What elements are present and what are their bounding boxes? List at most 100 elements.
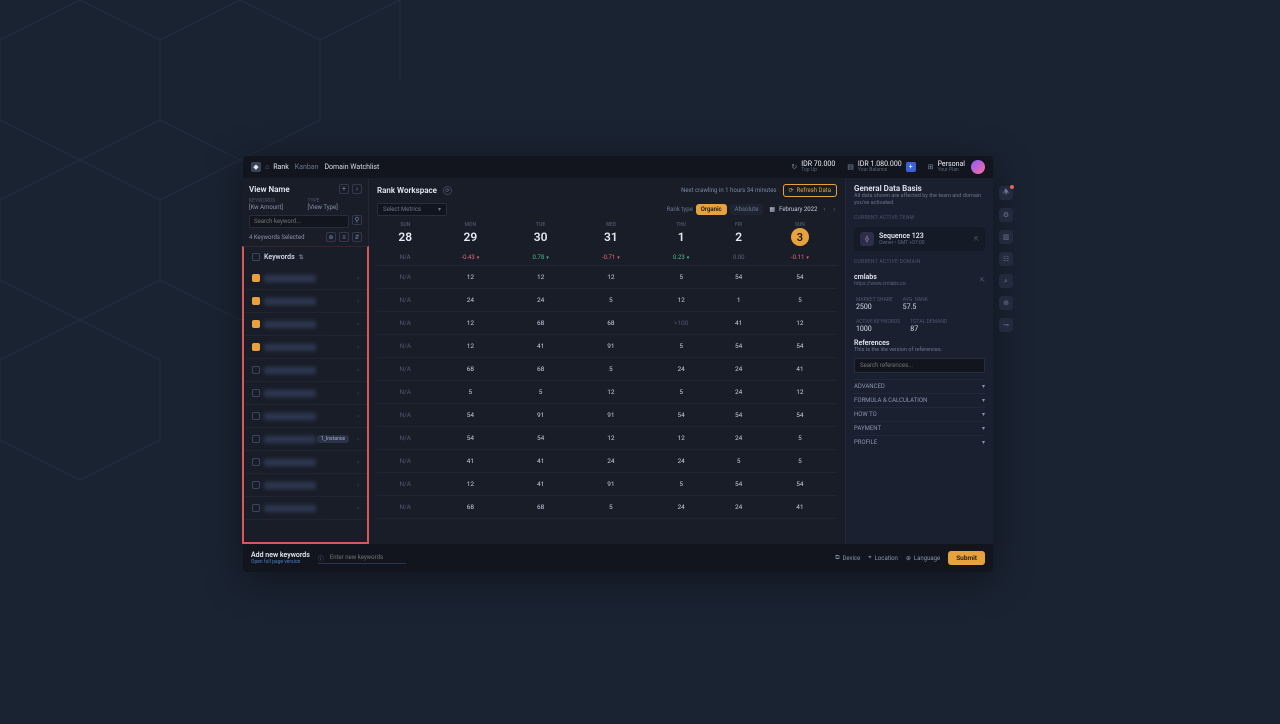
- location-option[interactable]: ⌖Location: [868, 554, 898, 562]
- data-row[interactable]: N/A12419155454: [377, 335, 837, 358]
- accordion-item[interactable]: PAYMENT▾: [854, 421, 985, 435]
- keyword-row[interactable]: ›: [244, 290, 367, 313]
- data-row[interactable]: N/A68685242441: [377, 358, 837, 381]
- add-balance-button[interactable]: +: [906, 162, 916, 172]
- day-number[interactable]: 28: [377, 228, 434, 250]
- ranktype-absolute[interactable]: Absolute: [730, 204, 764, 215]
- day-number[interactable]: 31: [574, 228, 648, 250]
- new-keywords-input[interactable]: [318, 552, 406, 564]
- view-more-button[interactable]: ›: [352, 184, 362, 194]
- day-number[interactable]: 2: [715, 228, 763, 250]
- data-row[interactable]: N/A4141242455: [377, 450, 837, 473]
- keyword-checkbox[interactable]: [252, 412, 260, 420]
- rail-dashboard-icon[interactable]: ▥: [999, 230, 1013, 244]
- keyword-row[interactable]: ›: [244, 267, 367, 290]
- chevron-right-icon: ›: [357, 390, 359, 397]
- keyword-row[interactable]: ›: [244, 474, 367, 497]
- rank-cell: 24: [648, 358, 715, 381]
- day-number[interactable]: 29: [434, 228, 508, 250]
- day-number[interactable]: 1: [648, 228, 715, 250]
- keyword-row[interactable]: 1_Instance›: [244, 428, 367, 451]
- rail-search-icon[interactable]: ⌕: [999, 274, 1013, 288]
- team-open-icon[interactable]: ⇱: [974, 236, 979, 243]
- language-option[interactable]: ⊕Language: [906, 555, 940, 562]
- accordion-item[interactable]: HOW TO▾: [854, 407, 985, 421]
- rail-globe-icon[interactable]: ⊕: [999, 296, 1013, 310]
- avatar[interactable]: [971, 160, 985, 174]
- submit-button[interactable]: Submit: [948, 551, 985, 565]
- rank-cell: 68: [434, 496, 508, 519]
- keyword-checkbox[interactable]: [252, 366, 260, 374]
- rank-cell: 12: [434, 312, 508, 335]
- keyword-checkbox[interactable]: [252, 481, 260, 489]
- ranktype-organic[interactable]: Organic: [696, 204, 727, 215]
- active-domain-card[interactable]: cmlabs https://www.cmlabs.co ⇱: [854, 271, 985, 289]
- keyword-row[interactable]: ›: [244, 382, 367, 405]
- search-keywords-input[interactable]: [249, 215, 349, 228]
- data-row[interactable]: N/A12121255454: [377, 266, 837, 289]
- add-view-button[interactable]: +: [339, 184, 349, 194]
- refresh-data-button[interactable]: ⟳ Refresh Data: [783, 184, 837, 197]
- rail-notifications-icon[interactable]: 🕭: [999, 186, 1013, 200]
- keyword-checkbox[interactable]: [252, 389, 260, 397]
- data-row[interactable]: N/A551252412: [377, 381, 837, 404]
- data-row[interactable]: N/A12419155454: [377, 473, 837, 496]
- chevron-down-icon: ▾: [982, 383, 985, 390]
- rail-calendar-icon[interactable]: ☷: [999, 252, 1013, 266]
- keyword-checkbox[interactable]: [252, 504, 260, 512]
- rail-settings-icon[interactable]: ⚙: [999, 208, 1013, 222]
- keyword-row[interactable]: ›: [244, 405, 367, 428]
- total-demand-value: 87: [910, 325, 947, 333]
- keyword-row[interactable]: ›: [244, 359, 367, 382]
- rank-cell: 41: [434, 450, 508, 473]
- rank-cell: 24: [507, 289, 574, 312]
- day-number[interactable]: 3: [763, 228, 837, 250]
- device-option[interactable]: ⧉Device: [835, 554, 860, 562]
- bulk-action-1[interactable]: ⊕: [326, 232, 336, 242]
- sort-icon[interactable]: ⇅: [299, 254, 304, 261]
- search-filter-button[interactable]: ⚲: [352, 215, 362, 225]
- breadcrumb-domain-watchlist[interactable]: Domain Watchlist: [324, 163, 379, 171]
- keyword-checkbox[interactable]: [252, 320, 260, 328]
- rank-cell: 41: [507, 450, 574, 473]
- data-row[interactable]: N/A549191545454: [377, 404, 837, 427]
- domain-open-icon[interactable]: ⇱: [980, 277, 985, 284]
- keyword-checkbox[interactable]: [252, 458, 260, 466]
- prev-month-button[interactable]: ‹: [821, 206, 827, 213]
- keyword-checkbox[interactable]: [252, 435, 260, 443]
- next-month-button[interactable]: ›: [831, 206, 837, 213]
- workspace-info-icon[interactable]: ⟳: [443, 186, 452, 195]
- accordion-item[interactable]: ADVANCED▾: [854, 379, 985, 393]
- metrics-dropdown[interactable]: Select Metrics ▾: [377, 203, 447, 216]
- keyword-row[interactable]: ›: [244, 313, 367, 336]
- month-label[interactable]: February 2022: [779, 206, 817, 213]
- bulk-action-2[interactable]: ≡: [339, 232, 349, 242]
- calendar-icon[interactable]: ▦: [769, 206, 775, 213]
- select-all-checkbox[interactable]: [252, 253, 260, 261]
- keywords-column-header[interactable]: Keywords ⇅: [242, 246, 369, 267]
- keyword-row[interactable]: ›: [244, 336, 367, 359]
- data-row[interactable]: N/A242451215: [377, 289, 837, 312]
- references-search-input[interactable]: [854, 358, 985, 373]
- data-row[interactable]: N/A54541212245: [377, 427, 837, 450]
- rail-key-icon[interactable]: ⊸: [999, 318, 1013, 332]
- accordion-item[interactable]: FORMULA & CALCULATION▾: [854, 393, 985, 407]
- workspace-grid-icon[interactable]: ⊞: [928, 163, 934, 171]
- data-row[interactable]: N/A68685242441: [377, 496, 837, 519]
- day-number[interactable]: 30: [507, 228, 574, 250]
- data-row[interactable]: N/A126868>1004112: [377, 312, 837, 335]
- keyword-checkbox[interactable]: [252, 274, 260, 282]
- breadcrumb-kanban[interactable]: Kanban: [295, 163, 319, 171]
- active-team-card[interactable]: ⟠ Sequence 123 Owner • GMT +07:00 ⇱: [854, 227, 985, 251]
- bulk-action-3[interactable]: ⇵: [352, 232, 362, 242]
- keyword-checkbox[interactable]: [252, 343, 260, 351]
- keyword-row[interactable]: ⠿›: [244, 497, 367, 520]
- rank-cell: 12: [574, 381, 648, 404]
- keyword-row[interactable]: ›: [244, 451, 367, 474]
- keyword-checkbox[interactable]: [252, 297, 260, 305]
- rank-cell: N/A: [377, 427, 434, 450]
- accordion-item[interactable]: PROFILE▾: [854, 435, 985, 449]
- add-keywords-sublink[interactable]: Open full page version: [251, 559, 310, 565]
- topup-sub[interactable]: Top Up: [801, 168, 835, 173]
- brand-menu-icon[interactable]: ⌂: [265, 163, 269, 171]
